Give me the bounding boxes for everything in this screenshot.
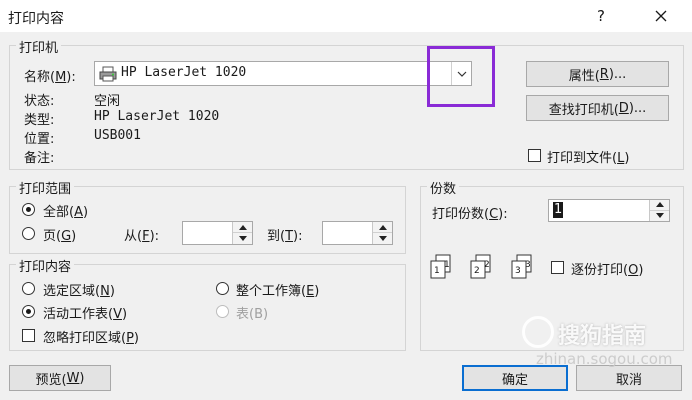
highlight-box bbox=[427, 46, 495, 107]
print-to-file-checkbox[interactable] bbox=[528, 149, 541, 162]
type-value: HP LaserJet 1020 bbox=[94, 109, 220, 124]
whole-workbook-label[interactable]: 整个工作簿(E) bbox=[236, 280, 319, 299]
selection-radio[interactable] bbox=[22, 282, 35, 295]
find-printer-button[interactable]: 查找打印机(D)... bbox=[526, 95, 669, 121]
spin-up-icon[interactable] bbox=[650, 200, 669, 211]
print-range-label: 打印范围 bbox=[16, 178, 75, 197]
range-to-label: 到(T): bbox=[267, 229, 303, 244]
status-value: 空闲 bbox=[94, 94, 121, 109]
collate-pages-icon: 2 2 bbox=[470, 254, 492, 280]
location-label: 位置: bbox=[24, 132, 55, 147]
spin-down-icon[interactable] bbox=[233, 233, 252, 244]
range-all-label[interactable]: 全部(A) bbox=[43, 201, 88, 220]
help-icon[interactable]: ? bbox=[597, 7, 605, 25]
spin-down-icon[interactable] bbox=[373, 233, 392, 244]
print-to-file-label[interactable]: 打印到文件(L) bbox=[547, 147, 629, 166]
sogou-logo-icon bbox=[522, 316, 554, 348]
copies-count-value: 1 bbox=[553, 202, 564, 218]
active-sheet-label[interactable]: 活动工作表(V) bbox=[43, 303, 127, 322]
collate-pages-icon: 1 1 bbox=[430, 254, 452, 280]
range-to-input[interactable] bbox=[322, 221, 393, 245]
range-pages-radio[interactable] bbox=[22, 227, 35, 240]
spin-down-icon[interactable] bbox=[650, 210, 669, 221]
ok-button[interactable]: 确定 bbox=[462, 365, 568, 391]
copies-group-label: 份数 bbox=[427, 178, 460, 197]
ignore-print-area-label[interactable]: 忽略打印区域(P) bbox=[43, 327, 139, 346]
selection-label[interactable]: 选定区域(N) bbox=[43, 280, 115, 299]
copies-count-label: 打印份数(C): bbox=[432, 207, 508, 222]
cancel-button[interactable]: 取消 bbox=[576, 365, 682, 391]
whole-workbook-radio[interactable] bbox=[216, 282, 229, 295]
printer-select-value: HP LaserJet 1020 bbox=[121, 65, 247, 80]
comment-label: 备注: bbox=[24, 151, 55, 166]
watermark-url: zhinan.sogou.com bbox=[536, 350, 673, 368]
printer-group-label: 打印机 bbox=[16, 37, 62, 56]
range-from-input[interactable] bbox=[182, 221, 253, 245]
range-pages-label[interactable]: 页(G) bbox=[43, 225, 76, 244]
spin-up-icon[interactable] bbox=[373, 222, 392, 233]
spin-up-icon[interactable] bbox=[233, 222, 252, 233]
close-icon[interactable] bbox=[649, 6, 673, 26]
table-radio bbox=[216, 305, 229, 318]
type-label: 类型: bbox=[24, 113, 55, 128]
properties-button[interactable]: 属性(R)... bbox=[526, 61, 669, 87]
range-all-radio[interactable] bbox=[22, 203, 35, 216]
ignore-print-area-checkbox[interactable] bbox=[22, 329, 35, 342]
table-label: 表(B) bbox=[236, 307, 269, 322]
watermark-text: 搜狗指南 bbox=[558, 324, 647, 349]
collate-pages-icon: 3 3 bbox=[511, 254, 533, 280]
title-bar: 打印内容 ? bbox=[0, 0, 692, 32]
printer-icon bbox=[99, 66, 117, 82]
status-label: 状态: bbox=[24, 94, 55, 109]
print-dialog: 打印内容 ? 打印机 名称(M): HP LaserJet 1020 状态: 空… bbox=[0, 0, 692, 400]
dialog-title: 打印内容 bbox=[8, 11, 64, 27]
printer-name-label: 名称(M): bbox=[24, 70, 76, 85]
active-sheet-radio[interactable] bbox=[22, 305, 35, 318]
preview-button[interactable]: 预览(W) bbox=[9, 365, 111, 391]
range-from-label: 从(F): bbox=[124, 229, 160, 244]
printer-select[interactable]: HP LaserJet 1020 bbox=[94, 61, 472, 86]
print-content-label: 打印内容 bbox=[16, 256, 75, 275]
collate-checkbox[interactable] bbox=[551, 261, 564, 274]
location-value: USB001 bbox=[94, 128, 141, 143]
copies-count-input[interactable]: 1 bbox=[548, 199, 670, 222]
collate-label[interactable]: 逐份打印(O) bbox=[571, 259, 643, 278]
